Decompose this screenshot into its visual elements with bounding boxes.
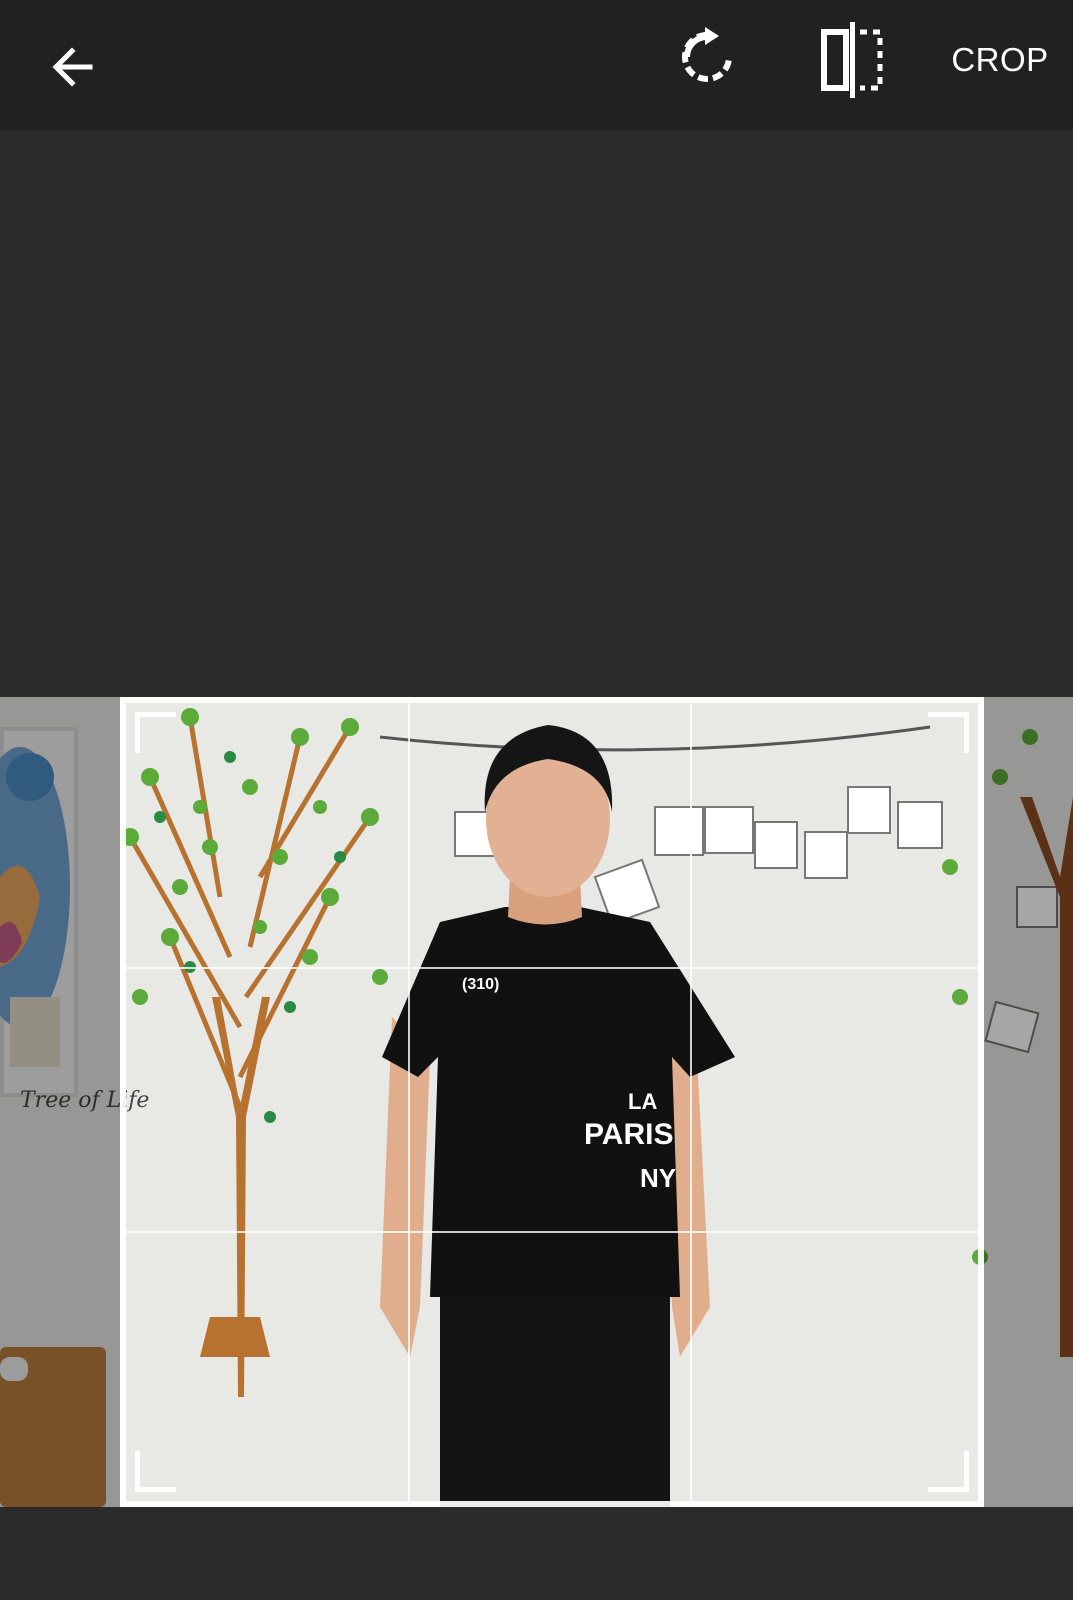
arrow-left-icon [52,47,93,87]
grid-line-horizontal-1 [126,967,978,969]
back-button[interactable] [30,25,114,109]
grid-line-vertical-2 [690,703,692,1501]
flip-horizontal-icon [821,22,883,98]
grid-line-horizontal-2 [126,1231,978,1233]
rotate-button[interactable] [665,15,749,99]
crop-handle-bottom-right[interactable] [928,1451,969,1492]
rotate-icon [682,27,732,82]
crop-handle-top-left[interactable] [135,712,176,753]
grid-line-vertical-1 [408,703,410,1501]
crop-handle-top-right[interactable] [928,712,969,753]
crop-handle-bottom-left[interactable] [135,1451,176,1492]
flip-button[interactable] [808,15,898,105]
crop-editor-screen: CROP (310) LA PARIS NY Tree of Life [0,0,1073,1600]
crop-button[interactable]: CROP [940,30,1060,90]
top-toolbar: CROP [0,0,1073,130]
crop-frame[interactable] [120,697,984,1507]
crop-mask-right [984,697,1073,1507]
crop-mask-left [0,697,120,1507]
